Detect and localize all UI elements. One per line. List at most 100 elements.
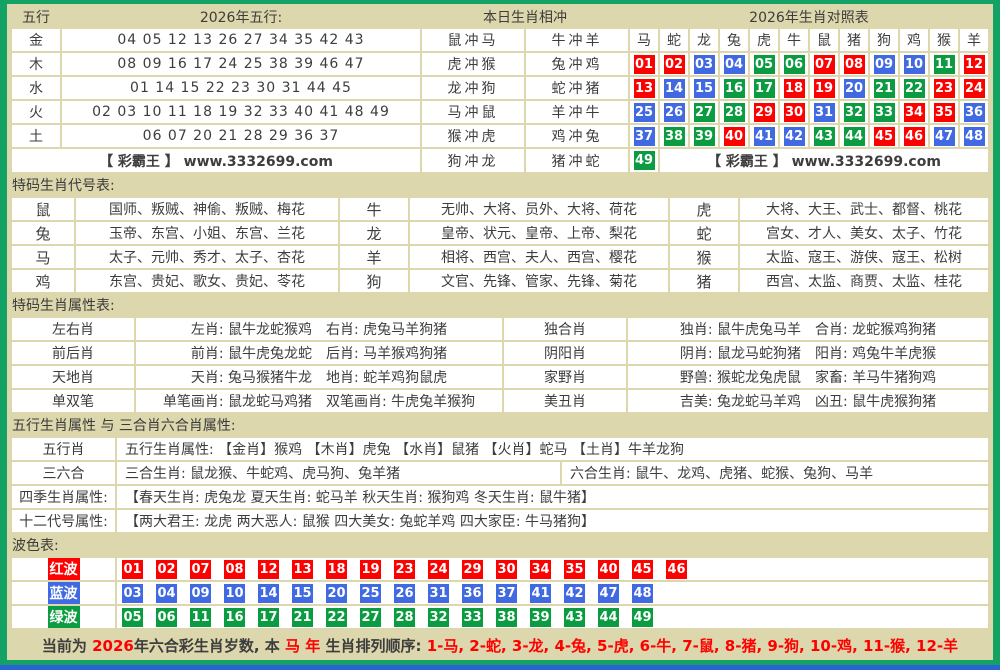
zodiac-number-cell: 06 [780,53,808,75]
lottery-number-box: 35 [934,103,955,122]
lottery-number-box: 47 [934,127,955,146]
element-label: 火 [12,101,60,123]
col-header-daily-clash: 本日生肖相冲 [422,7,628,27]
lottery-number-box: 31 [814,103,835,122]
zodiac-number-cell: 25 [630,101,658,123]
wave-label: 蓝波 [48,582,80,604]
lottery-number-box: 03 [122,584,143,603]
zodiac-code-row: 鼠国师、叛贼、神偷、叛贼、梅花牛无帅、大将、员外、大将、荷花虎大将、大王、武士、… [12,198,988,220]
element-numbers: 02 03 10 11 18 19 32 33 40 41 48 49 [62,101,420,123]
wave-numbers: 03040910141520252631363741424748 [117,582,988,604]
attribute-values: 三合生肖: 鼠龙猴、牛蛇鸡、虎马狗、兔羊猪 [117,462,560,484]
lottery-number-box: 34 [530,560,551,579]
zodiac-number-cell: 12 [960,53,988,75]
lottery-number-box: 01 [122,560,143,579]
attribute-label: 四季生肖属性: [12,486,115,508]
zodiac-number-cell: 18 [780,77,808,99]
five-attribute-row: 五行肖五行生肖属性: 【金肖】猴鸡 【木肖】虎兔 【水肖】鼠猪 【火肖】蛇马 【… [12,438,988,460]
lottery-number-box: 23 [394,560,415,579]
element-label: 金 [12,29,60,51]
zodiac-number-cell: 30 [780,101,808,123]
clash-pair: 羊冲牛 [526,101,628,123]
five-elements-row: 金04 05 12 13 26 27 34 35 42 43鼠冲马牛冲羊马蛇龙兔… [12,29,988,51]
wave-numbers: 05061116172122272832333839434449 [117,606,988,628]
lottery-number-box: 36 [964,103,985,122]
lottery-number-box: 17 [754,79,775,98]
lottery-number-box: 27 [694,103,715,122]
attribute-values: 五行生肖属性: 【金肖】猴鸡 【木肖】虎兔 【水肖】鼠猪 【火肖】蛇马 【土肖】… [117,438,988,460]
lottery-number-box: 46 [666,560,687,579]
zodiac-label: 蛇 [670,222,738,244]
wave-row: 绿波05061116172122272832333839434449 [12,606,988,628]
zodiac-number-cell: 29 [750,101,778,123]
lottery-number-box: 19 [360,560,381,579]
five-attribute-row: 十二代号属性:【两大君王: 龙虎 两大恶人: 鼠猴 四大美女: 兔蛇羊鸡 四大家… [12,510,988,532]
lottery-number-box: 45 [632,560,653,579]
zodiac-label: 鼠 [12,198,74,220]
attribute-values: 阴肖: 鼠龙马蛇狗猪 阳肖: 鸡兔牛羊虎猴 [628,342,988,364]
lottery-number-box: 32 [428,608,449,627]
status-text-part: 马 年 [285,637,320,655]
lottery-number-box: 32 [844,103,865,122]
lottery-number-box: 40 [598,560,619,579]
zodiac-attribute-row: 单双笔单笔画肖: 鼠龙蛇马鸡猪 双笔画肖: 牛虎兔羊猴狗美丑肖吉美: 兔龙蛇马羊… [12,390,988,412]
attribute-values: 前肖: 鼠牛虎兔龙蛇 后肖: 马羊猴鸡狗猪 [136,342,502,364]
lottery-number-box: 48 [964,127,985,146]
lottery-number-box: 02 [664,55,685,74]
lottery-number-box: 04 [156,584,177,603]
lottery-number-box: 08 [224,560,245,579]
lottery-number-box: 38 [664,127,685,146]
element-numbers: 01 14 15 22 23 30 31 44 45 [62,77,420,99]
section-title-zodiac-codes: 特码生肖代号表: [10,174,990,196]
lottery-number-box: 19 [814,79,835,98]
zodiac-code-names: 宫女、才人、美女、太子、竹花 [740,222,988,244]
element-label: 水 [12,77,60,99]
zodiac-number-cell: 35 [930,101,958,123]
attribute-values: 【春天生肖: 虎兔龙 夏天生肖: 蛇马羊 秋天生肖: 猴狗鸡 冬天生肖: 鼠牛猪… [117,486,988,508]
zodiac-code-names: 西宫、太监、商贾、太监、桂花 [740,270,988,292]
lottery-zodiac-reference-page: 五行 2026年五行: 本日生肖相冲 2026年生肖对照表 金04 05 12 … [0,0,1000,670]
zodiac-code-names: 大将、大王、武士、都督、桃花 [740,198,988,220]
zodiac-number-cell: 24 [960,77,988,99]
zodiac-column-header: 虎 [750,29,778,51]
lottery-number-box: 14 [664,79,685,98]
lottery-number-box: 48 [632,584,653,603]
five-elements-row: 火02 03 10 11 18 19 32 33 40 41 48 49马冲鼠羊… [12,101,988,123]
lottery-number-box: 20 [326,584,347,603]
zodiac-number-cell: 49 [630,149,658,172]
five-attribute-row: 四季生肖属性:【春天生肖: 虎兔龙 夏天生肖: 蛇马羊 秋天生肖: 猴狗鸡 冬天… [12,486,988,508]
lottery-number-box: 10 [904,55,925,74]
section-title-wave-colors: 波色表: [10,534,990,556]
lottery-number-box: 03 [694,55,715,74]
element-numbers: 08 09 16 17 24 25 38 39 46 47 [62,53,420,75]
zodiac-code-names: 东宫、贵妃、歌女、贵妃、苓花 [76,270,338,292]
lottery-number-box: 24 [428,560,449,579]
lottery-number-box: 28 [724,103,745,122]
zodiac-number-cell: 16 [720,77,748,99]
five-elements-row: 土06 07 20 21 28 29 36 37猴冲虎鸡冲兔3738394041… [12,125,988,147]
zodiac-column-header: 鸡 [900,29,928,51]
zodiac-code-row: 鸡东宫、贵妃、歌女、贵妃、苓花狗文官、先锋、管家、先锋、菊花猪西宫、太监、商贾、… [12,270,988,292]
wave-label: 红波 [48,558,80,580]
zodiac-number-cell: 36 [960,101,988,123]
lottery-number-box: 44 [598,608,619,627]
zodiac-number-cell: 09 [870,53,898,75]
clash-pair: 鼠冲马 [422,29,524,51]
clash-pair: 鸡冲兔 [526,125,628,147]
lottery-number-box: 27 [360,608,381,627]
lottery-number-box: 11 [190,608,211,627]
zodiac-number-cell: 45 [870,125,898,147]
lottery-number-box: 25 [634,103,655,122]
status-text-part: 当前为 [42,637,92,655]
lottery-number-box: 11 [934,55,955,74]
attribute-label: 五行肖 [12,438,115,460]
attribute-label: 三六合 [12,462,115,484]
lottery-number-box: 24 [964,79,985,98]
attribute-values: 天肖: 兔马猴猪牛龙 地肖: 蛇羊鸡狗鼠虎 [136,366,502,388]
clash-pair: 龙冲狗 [422,77,524,99]
attribute-values: 吉美: 兔龙蛇马羊鸡 凶丑: 鼠牛虎猴狗猪 [628,390,988,412]
zodiac-column-header: 鼠 [810,29,838,51]
lottery-number-box: 42 [564,584,585,603]
element-label: 土 [12,125,60,147]
zodiac-column-header: 龙 [690,29,718,51]
